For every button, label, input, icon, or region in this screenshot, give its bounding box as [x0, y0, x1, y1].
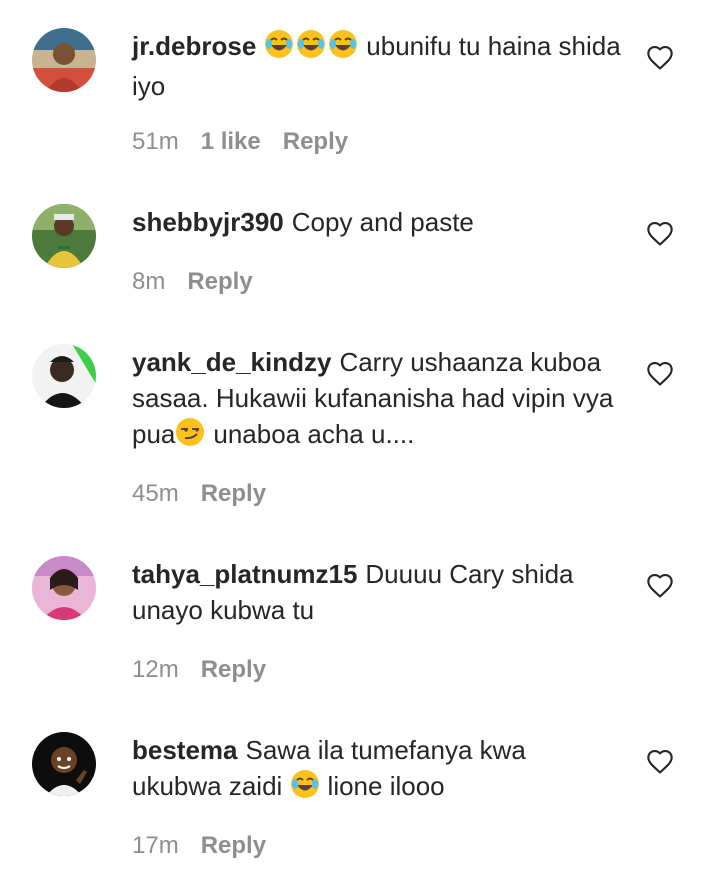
- comment-username[interactable]: yank_de_kindzy: [132, 347, 331, 377]
- avatar[interactable]: [32, 556, 96, 620]
- laughing-emoji-icon: [296, 29, 326, 68]
- comment-meta: 51m 1 like Reply: [132, 127, 370, 157]
- comment-username[interactable]: tahya_platnumz15: [132, 559, 357, 589]
- comment-username[interactable]: bestema: [132, 735, 238, 765]
- likes-count[interactable]: 1 like: [201, 128, 261, 155]
- heart-icon[interactable]: [646, 572, 674, 600]
- comment-text: jr.debrose ubunifu tu haina shida iyo: [132, 28, 622, 104]
- comment-meta: 8m Reply: [132, 267, 275, 297]
- comment-username[interactable]: jr.debrose: [132, 31, 256, 61]
- reply-button[interactable]: Reply: [201, 480, 266, 507]
- comment-meta: 45m Reply: [132, 479, 288, 509]
- comment-time: 51m: [132, 128, 179, 155]
- comment-meta: 17m Reply: [132, 831, 288, 861]
- comment-body-continued: lione ilooo: [327, 771, 445, 801]
- heart-icon[interactable]: [646, 44, 674, 72]
- reply-button[interactable]: Reply: [201, 656, 266, 683]
- smirk-emoji-icon: [175, 417, 205, 456]
- avatar[interactable]: [32, 344, 96, 408]
- comment-time: 45m: [132, 480, 179, 507]
- comment-body: Copy and paste: [291, 207, 474, 237]
- comment-username[interactable]: shebbyjr390: [132, 207, 284, 237]
- reply-button[interactable]: Reply: [283, 128, 348, 155]
- comment-text: shebbyjr390 Copy and paste: [132, 204, 622, 240]
- avatar[interactable]: [32, 204, 96, 268]
- comment-time: 12m: [132, 656, 179, 683]
- avatar[interactable]: [32, 732, 96, 796]
- avatar[interactable]: [32, 28, 96, 92]
- comment-text: tahya_platnumz15 Duuuu Cary shida unayo k…: [132, 556, 622, 628]
- heart-icon[interactable]: [646, 220, 674, 248]
- laughing-emoji-icon: [290, 769, 320, 808]
- heart-icon[interactable]: [646, 748, 674, 776]
- comment-time: 17m: [132, 832, 179, 859]
- comment-text: yank_de_kindzy Carry ushaanza kuboa sasaa…: [132, 344, 622, 456]
- reply-button[interactable]: Reply: [187, 268, 252, 295]
- comment-text: bestema Sawa ila tumefanya kwa ukubwa zai…: [132, 732, 622, 808]
- laughing-emoji-icon: [264, 29, 294, 68]
- comment-time: 8m: [132, 268, 166, 295]
- comment-meta: 12m Reply: [132, 655, 288, 685]
- reply-button[interactable]: Reply: [201, 832, 266, 859]
- heart-icon[interactable]: [646, 360, 674, 388]
- comment-body-continued: unaboa acha u....: [213, 419, 415, 449]
- laughing-emoji-icon: [328, 29, 358, 68]
